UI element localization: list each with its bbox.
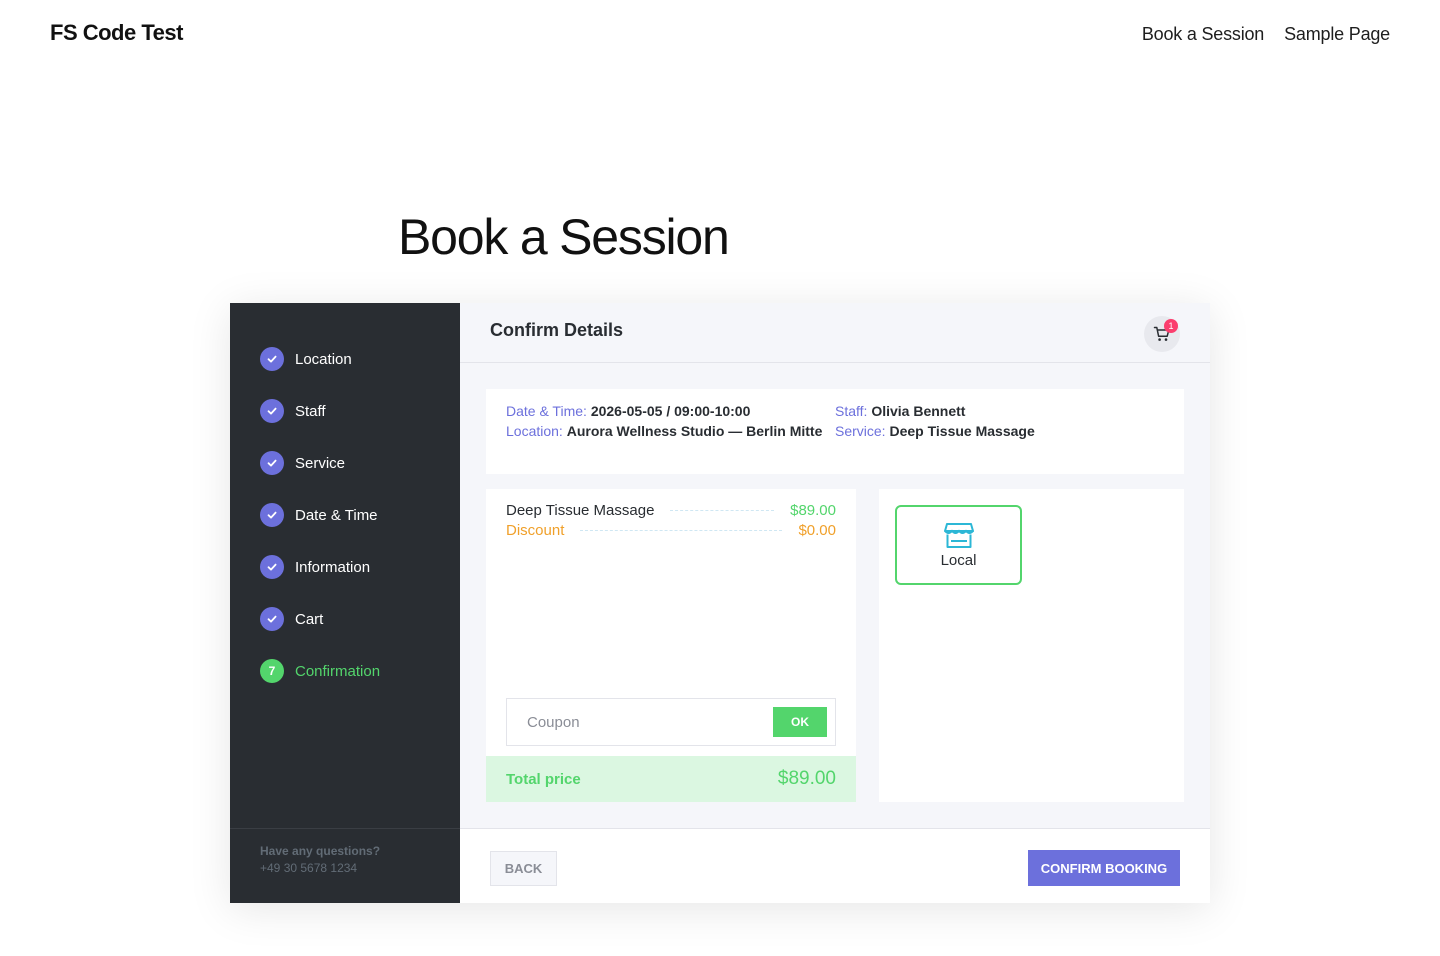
step-label: Location	[295, 350, 352, 368]
price-item-name: Deep Tissue Massage	[506, 502, 655, 519]
price-line-discount: Discount $0.00	[506, 522, 836, 539]
detail-location: Location: Aurora Wellness Studio — Berli…	[506, 422, 835, 441]
detail-value: 2026-05-05 / 09:00-10:00	[590, 403, 751, 419]
price-dots	[580, 530, 783, 531]
coupon-input[interactable]	[507, 699, 767, 745]
help-title: Have any questions?	[260, 844, 381, 858]
steps-sidebar: Location Staff Service Date & Time Infor…	[230, 303, 460, 903]
price-summary-card: Deep Tissue Massage $89.00 Discount $0.0…	[486, 489, 856, 802]
detail-label: Location:	[506, 423, 563, 439]
price-line-service: Deep Tissue Massage $89.00	[506, 502, 836, 519]
step-label: Date & Time	[295, 506, 378, 524]
check-icon	[260, 555, 284, 579]
step-label: Staff	[295, 402, 326, 420]
detail-datetime: Date & Time: 2026-05-05 / 09:00-10:00	[506, 402, 835, 421]
step-label: Confirmation	[295, 662, 381, 680]
booking-panel: Location Staff Service Date & Time Infor…	[230, 303, 1210, 903]
content-area: Confirm Details 1 Date & Time: 2026-05-0…	[460, 303, 1210, 903]
site-nav: Book a Session Sample Page	[1142, 24, 1390, 45]
step-date-time[interactable]: Date & Time	[230, 489, 460, 541]
nav-link-book-a-session[interactable]: Book a Session	[1142, 24, 1264, 45]
step-information[interactable]: Information	[230, 541, 460, 593]
detail-label: Service:	[835, 423, 886, 439]
total-price-value: $89.00	[777, 768, 836, 789]
back-button[interactable]: BACK	[490, 851, 557, 886]
step-cart[interactable]: Cart	[230, 593, 460, 645]
site-title[interactable]: FS Code Test	[50, 20, 183, 46]
step-service[interactable]: Service	[230, 437, 460, 489]
price-item-value: $89.00	[790, 502, 836, 519]
cart-count-badge: 1	[1164, 319, 1178, 333]
details-column-left: Date & Time: 2026-05-05 / 09:00-10:00 Lo…	[506, 402, 835, 461]
nav-link-sample-page[interactable]: Sample Page	[1284, 24, 1390, 45]
check-icon	[260, 503, 284, 527]
content-title: Confirm Details	[490, 320, 624, 340]
check-icon	[260, 607, 284, 631]
detail-value: Aurora Wellness Studio — Berlin Mitte	[566, 423, 823, 439]
detail-value: Olivia Bennett	[871, 403, 966, 419]
step-staff[interactable]: Staff	[230, 385, 460, 437]
detail-service: Service: Deep Tissue Massage	[835, 422, 1164, 441]
step-number-badge: 7	[260, 659, 284, 683]
site-header: FS Code Test Book a Session Sample Page	[0, 0, 1440, 70]
detail-staff: Staff: Olivia Bennett	[835, 402, 1164, 421]
discount-value: $0.00	[798, 522, 836, 539]
content-header: Confirm Details 1	[460, 303, 1210, 363]
step-confirmation[interactable]: 7 Confirmation	[230, 645, 460, 697]
step-location[interactable]: Location	[230, 333, 460, 385]
payment-methods-card: Local	[879, 489, 1184, 802]
confirm-booking-button[interactable]: CONFIRM BOOKING	[1028, 850, 1180, 886]
steps-list: Location Staff Service Date & Time Infor…	[230, 303, 460, 697]
detail-value: Deep Tissue Massage	[889, 423, 1035, 439]
price-dots	[670, 510, 775, 511]
payment-option-local[interactable]: Local	[895, 505, 1022, 585]
detail-label: Date & Time:	[506, 403, 587, 419]
payment-option-label: Local	[940, 551, 977, 569]
step-label: Cart	[295, 610, 324, 628]
content-footer: BACK CONFIRM BOOKING	[460, 828, 1210, 903]
help-phone[interactable]: +49 30 5678 1234	[260, 861, 430, 875]
total-price-bar: Total price $89.00	[486, 756, 856, 802]
detail-label: Staff:	[835, 403, 868, 419]
coupon-box: OK	[506, 698, 836, 746]
check-icon	[260, 347, 284, 371]
page-title: Book a Session	[398, 209, 730, 265]
check-icon	[260, 399, 284, 423]
cart-button[interactable]: 1	[1144, 316, 1180, 352]
total-price-label: Total price	[506, 770, 581, 788]
details-column-right: Staff: Olivia Bennett Service: Deep Tiss…	[835, 402, 1164, 461]
coupon-ok-button[interactable]: OK	[773, 707, 827, 737]
store-icon	[943, 522, 974, 548]
step-label: Service	[295, 454, 346, 472]
check-icon	[260, 451, 284, 475]
discount-label: Discount	[506, 522, 565, 539]
sidebar-help: Have any questions? +49 30 5678 1234	[230, 828, 460, 903]
step-label: Information	[295, 558, 371, 576]
booking-details-card: Date & Time: 2026-05-05 / 09:00-10:00 Lo…	[486, 389, 1184, 474]
